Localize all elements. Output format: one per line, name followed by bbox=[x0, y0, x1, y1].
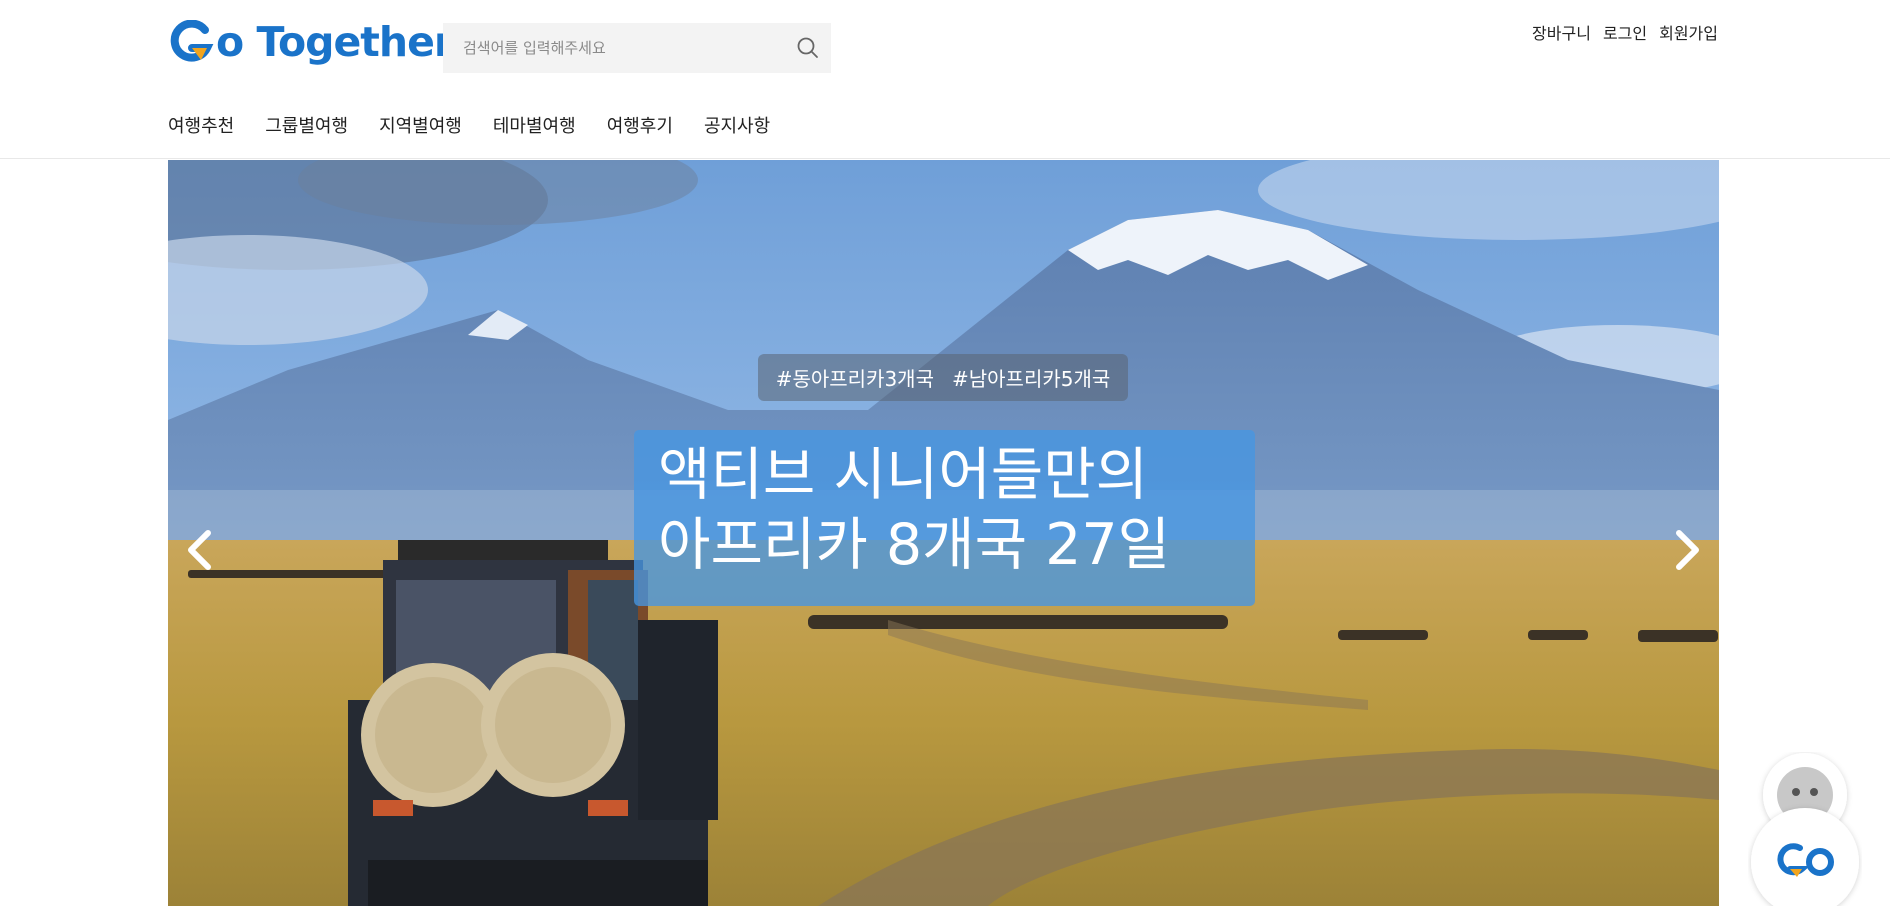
utility-menu: 장바구니 로그인 회원가입 bbox=[1532, 20, 1718, 44]
signup-link[interactable]: 회원가입 bbox=[1659, 20, 1718, 44]
nav-item-theme[interactable]: 테마별여행 bbox=[493, 114, 576, 140]
hero-headline: 액티브 시니어들만의 아프리카 8개국 27일 bbox=[634, 430, 1255, 606]
nav-item-notice[interactable]: 공지사항 bbox=[704, 114, 770, 140]
login-link[interactable]: 로그인 bbox=[1603, 20, 1647, 44]
chevron-left-icon[interactable] bbox=[180, 525, 220, 575]
nav-item-reviews[interactable]: 여행후기 bbox=[607, 114, 673, 140]
logo-text: o Together bbox=[216, 17, 454, 66]
search-bar bbox=[443, 23, 831, 73]
nav-item-region[interactable]: 지역별여행 bbox=[379, 114, 462, 140]
site-logo[interactable]: o Together bbox=[168, 17, 454, 66]
cart-link[interactable]: 장바구니 bbox=[1532, 20, 1591, 44]
search-input[interactable] bbox=[443, 23, 773, 73]
nav-item-group[interactable]: 그룹별여행 bbox=[265, 114, 348, 140]
hero-tag[interactable]: #동아프리카3개국 bbox=[776, 363, 934, 392]
chevron-right-icon[interactable] bbox=[1667, 525, 1707, 575]
headline-line-2: 아프리카 8개국 27일 bbox=[658, 512, 1171, 578]
nav-item-recommend[interactable]: 여행추천 bbox=[168, 114, 234, 140]
search-icon[interactable] bbox=[795, 35, 821, 61]
hero-tags: #동아프리카3개국 #남아프리카5개국 bbox=[758, 354, 1128, 401]
main-nav: 여행추천 그룹별여행 지역별여행 테마별여행 여행후기 공지사항 bbox=[168, 114, 770, 140]
hero-tag[interactable]: #남아프리카5개국 bbox=[952, 363, 1110, 392]
headline-line-1: 액티브 시니어들만의 bbox=[658, 442, 1149, 508]
chatbot-button[interactable] bbox=[1748, 752, 1862, 910]
hero-banner[interactable]: #동아프리카3개국 #남아프리카5개국 액티브 시니어들만의 아프리카 8개국 … bbox=[168, 160, 1719, 906]
go-together-logo-icon bbox=[170, 20, 214, 62]
site-header: o Together 장바구니 로그인 회원가입 여행추천 그룹별여행 지역별여… bbox=[0, 0, 1890, 159]
